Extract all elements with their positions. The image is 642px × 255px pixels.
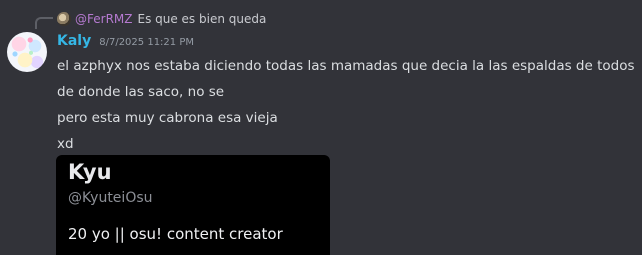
embed-handle[interactable]: @KyuteiOsu [68, 190, 153, 206]
reply-username[interactable]: @FerRMZ [75, 12, 132, 26]
embed-bio: 20 yo || osu! content creator [68, 225, 283, 243]
link-embed[interactable]: Kyu @KyuteiOsu 20 yo || osu! content cre… [56, 155, 330, 255]
message-content: el azphyx nos estaba diciendo todas las … [57, 53, 637, 157]
embed-display-name[interactable]: Kyu [68, 160, 112, 184]
message-timestamp[interactable]: 8/7/2025 11:21 PM [99, 37, 194, 48]
chat-message: @FerRMZ Es que es bien queda Kaly 8/7/20… [0, 0, 642, 255]
reply-preview[interactable]: @FerRMZ Es que es bien queda [57, 10, 266, 28]
reply-avatar[interactable] [57, 12, 71, 26]
message-line: xd [57, 136, 74, 152]
message-line: pero esta muy cabrona esa vieja [57, 110, 278, 126]
author-name[interactable]: Kaly [57, 33, 91, 49]
message-line: de donde las saco, no se [57, 84, 225, 100]
message-header: Kaly 8/7/2025 11:21 PM [57, 33, 194, 55]
author-avatar[interactable] [7, 32, 47, 72]
reply-connector [35, 17, 53, 29]
message-line: el azphyx nos estaba diciendo todas las … [57, 58, 635, 74]
reply-text[interactable]: Es que es bien queda [137, 12, 266, 26]
